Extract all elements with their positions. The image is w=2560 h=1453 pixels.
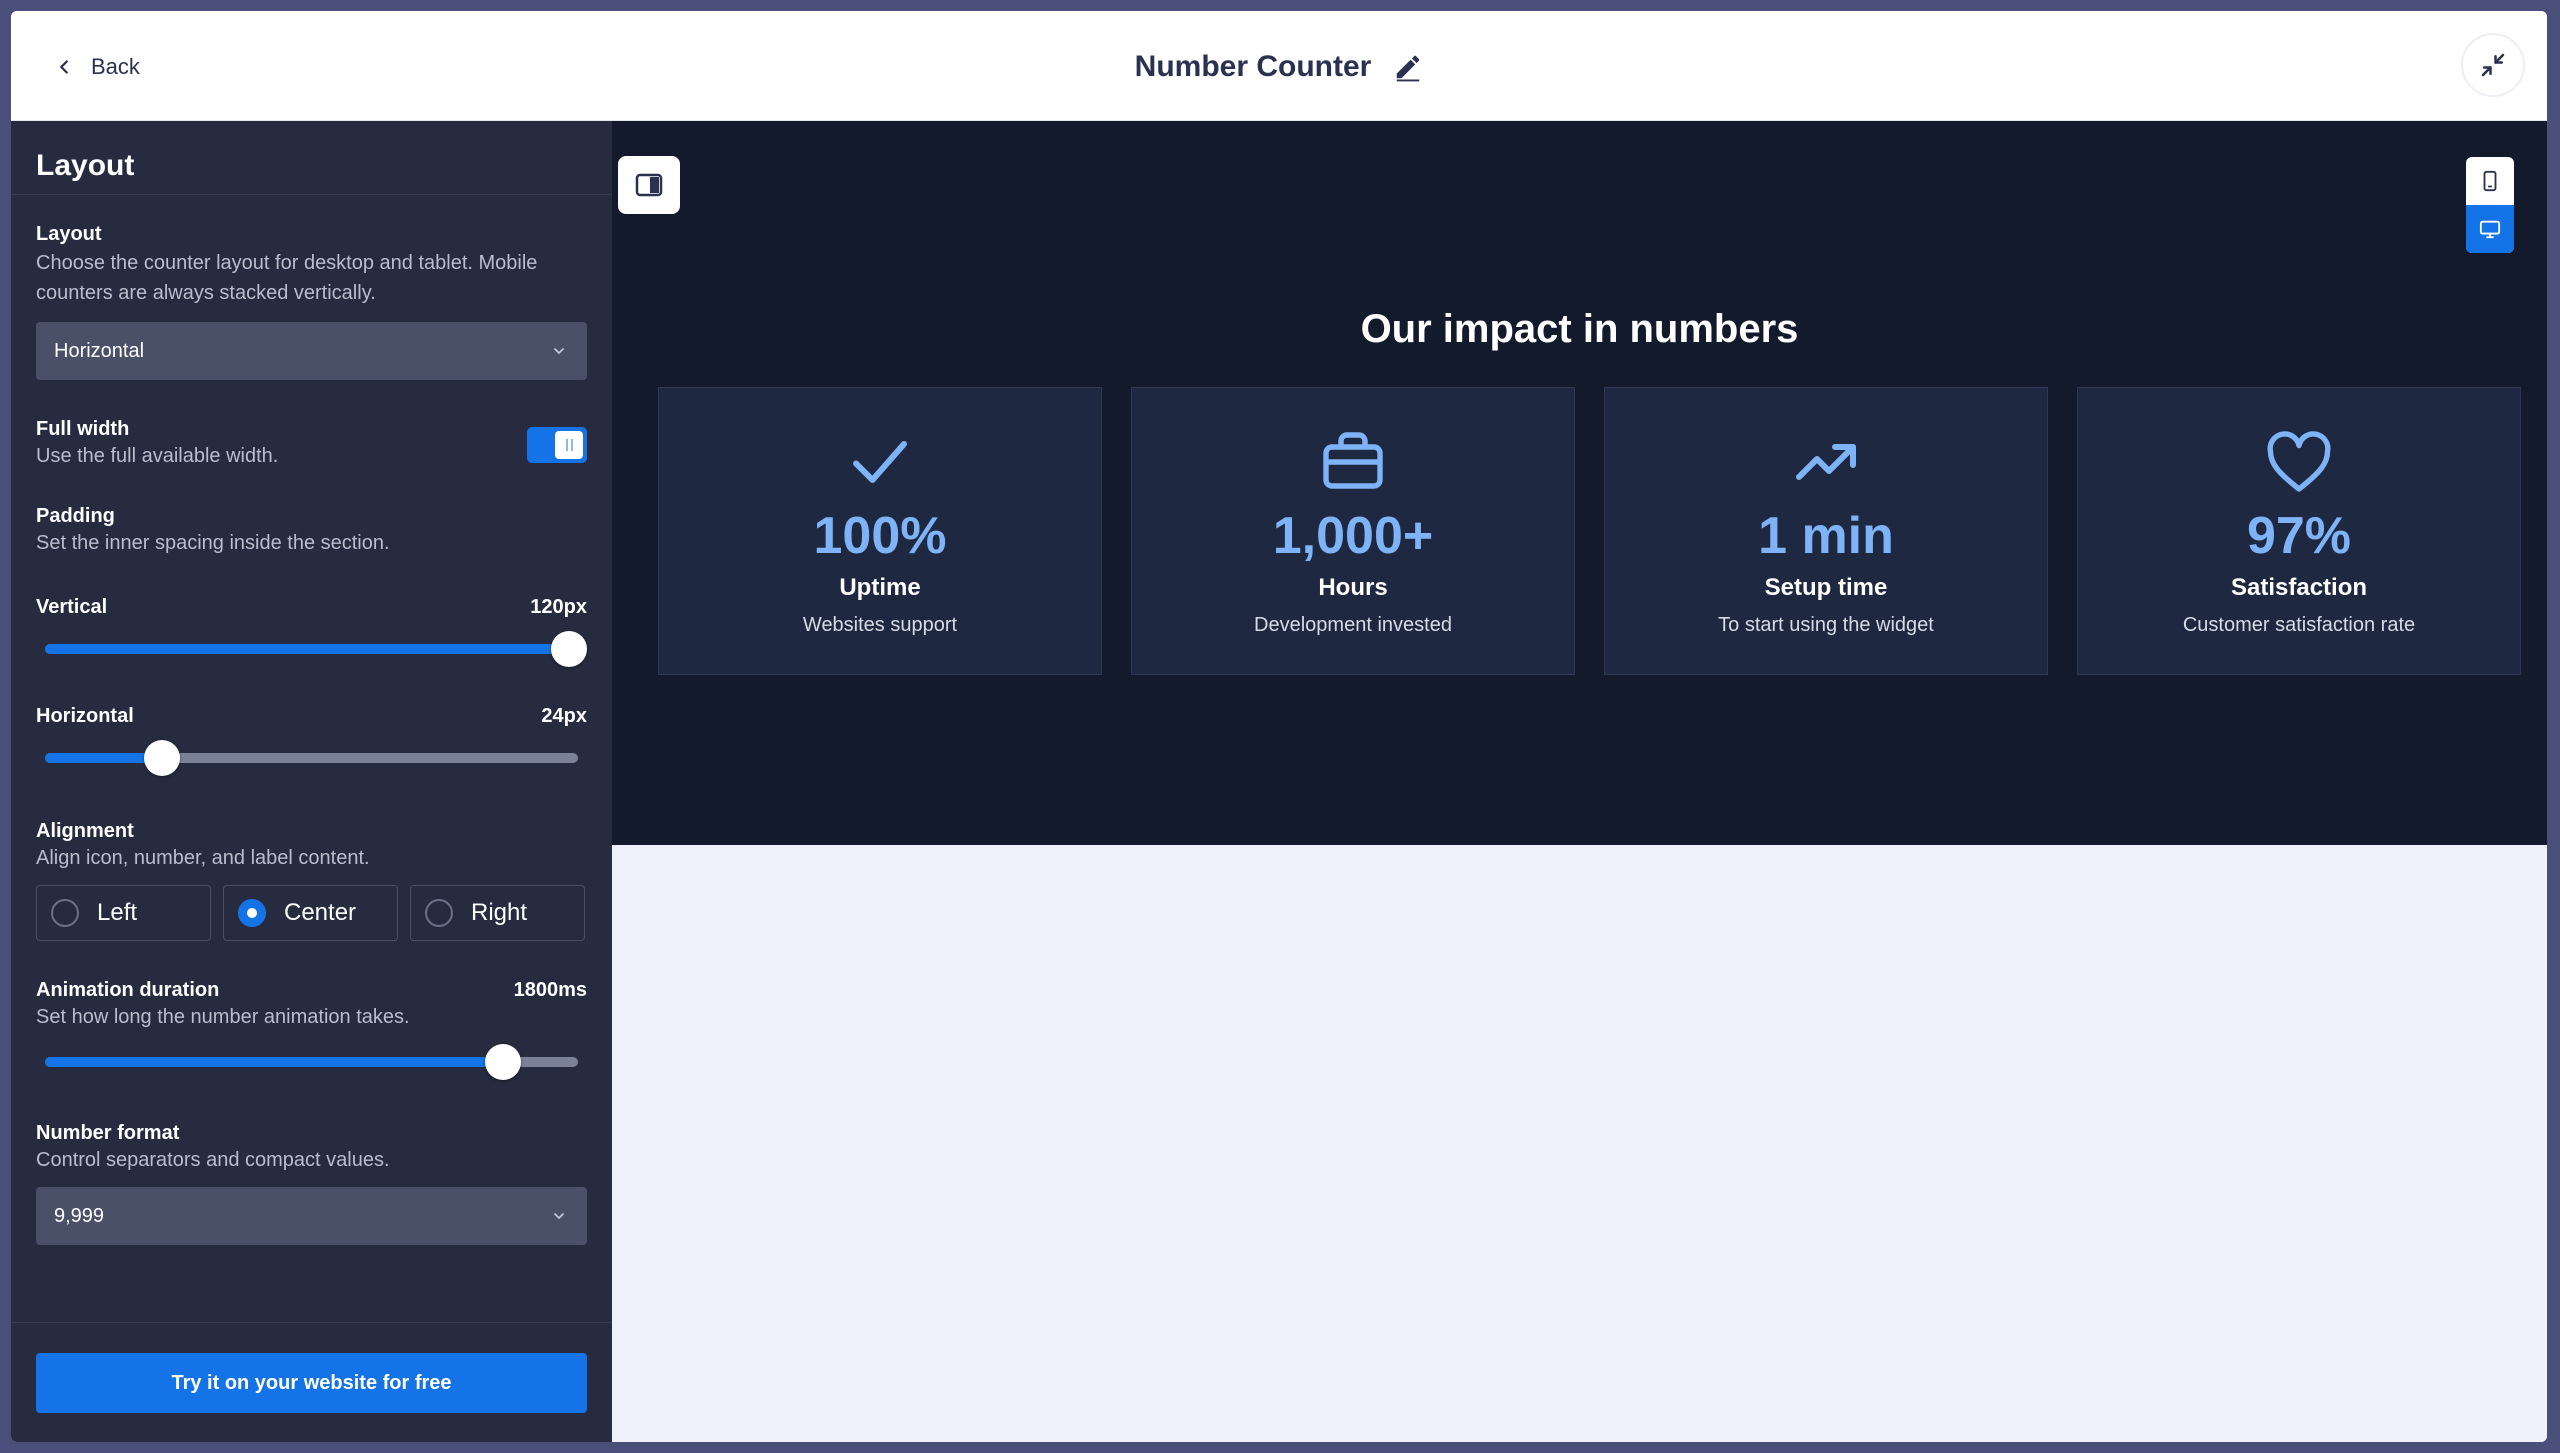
toggle-knob xyxy=(555,430,583,459)
counter-number: 1,000+ xyxy=(1272,507,1434,565)
slider-thumb[interactable] xyxy=(144,740,181,776)
counter-label: Uptime xyxy=(839,574,921,601)
settings-sidebar: Layout Layout Choose the counter layout … xyxy=(11,121,612,1442)
padding-description: Set the inner spacing inside the section… xyxy=(36,532,390,554)
editor-window: Back Number Counter Layout Layout Choose… xyxy=(11,11,2547,1442)
animation-duration-slider[interactable] xyxy=(36,1044,587,1080)
desktop-view-button[interactable] xyxy=(2466,205,2514,253)
alignment-description: Align icon, number, and label content. xyxy=(36,847,370,869)
alignment-option-left[interactable]: Left xyxy=(36,885,211,941)
collapse-button[interactable] xyxy=(2461,33,2525,97)
counter-sublabel: To start using the widget xyxy=(1718,614,1934,636)
toggle-sidebar-button[interactable] xyxy=(618,156,680,214)
counter-number: 97% xyxy=(2246,507,2352,565)
preview-area: Our impact in numbers 100% Uptime Websit… xyxy=(612,121,2547,1442)
horizontal-padding-label: Horizontal xyxy=(36,705,134,727)
chevron-down-icon xyxy=(554,348,564,354)
alignment-option-label: Right xyxy=(471,899,528,926)
animation-duration-label: Animation duration xyxy=(36,979,220,1001)
sidebar-section-title: Layout xyxy=(11,121,612,195)
trending-up-icon xyxy=(1796,444,1856,480)
animation-duration-description: Set how long the number animation takes. xyxy=(36,1006,410,1028)
layout-description: Choose the counter layout for desktop an… xyxy=(36,252,538,304)
counter-label: Hours xyxy=(1318,574,1388,601)
title-area: Number Counter xyxy=(11,39,2547,95)
vertical-padding-value: 120px xyxy=(530,596,587,618)
number-format-label: Number format xyxy=(36,1122,180,1144)
full-width-description: Use the full available width. xyxy=(36,445,279,467)
briefcase-icon xyxy=(1323,432,1383,489)
vertical-padding-label: Vertical xyxy=(36,596,108,618)
radio-circle xyxy=(425,899,453,927)
slider-fill xyxy=(45,1057,504,1067)
horizontal-padding-value: 24px xyxy=(541,705,587,727)
counter-sublabel: Customer satisfaction rate xyxy=(2182,614,2416,636)
collapse-icon xyxy=(2481,53,2505,77)
device-switcher xyxy=(2466,157,2514,253)
layout-label: Layout xyxy=(36,223,102,245)
counter-label: Satisfaction xyxy=(2230,574,2368,601)
horizontal-padding-slider[interactable] xyxy=(36,740,587,776)
slider-fill xyxy=(45,644,578,654)
alignment-option-center[interactable]: Center xyxy=(223,885,398,941)
counter-card: 97% Satisfaction Customer satisfaction r… xyxy=(2077,387,2521,675)
desktop-icon xyxy=(2479,220,2501,239)
sidebar-panel-icon xyxy=(635,173,663,197)
alignment-option-label: Center xyxy=(284,899,357,926)
pencil-icon[interactable] xyxy=(1393,52,1423,82)
vertical-padding-slider[interactable] xyxy=(36,631,587,667)
check-icon xyxy=(853,441,907,483)
number-format-description: Control separators and compact values. xyxy=(36,1149,390,1171)
radio-circle-checked xyxy=(238,899,266,927)
radio-circle xyxy=(51,899,79,927)
layout-select[interactable]: Horizontal xyxy=(36,322,587,380)
counter-card: 100% Uptime Websites support xyxy=(658,387,1102,675)
mobile-icon xyxy=(2483,170,2497,192)
animation-duration-value: 1800ms xyxy=(513,979,587,1001)
number-format-select[interactable]: 9,999 xyxy=(36,1187,587,1245)
counter-card: 1,000+ Hours Development invested xyxy=(1131,387,1575,675)
counter-section: Our impact in numbers 100% Uptime Websit… xyxy=(612,121,2547,845)
alignment-option-label: Left xyxy=(97,899,138,926)
slider-thumb[interactable] xyxy=(551,631,587,667)
slider-thumb[interactable] xyxy=(485,1044,522,1080)
full-width-toggle[interactable] xyxy=(527,426,587,463)
sidebar-footer: Try it on your website for free xyxy=(11,1322,612,1442)
counter-card: 1 min Setup time To start using the widg… xyxy=(1604,387,2048,675)
alignment-option-right[interactable]: Right xyxy=(410,885,585,941)
section-heading: Our impact in numbers xyxy=(1360,307,1799,351)
number-format-select-value: 9,999 xyxy=(54,1204,105,1227)
counter-sublabel: Development invested xyxy=(1254,614,1452,636)
counter-number: 100% xyxy=(813,507,947,565)
mobile-view-button[interactable] xyxy=(2466,157,2514,205)
padding-label: Padding xyxy=(36,505,115,527)
alignment-radio-group: Left Center Right xyxy=(36,885,587,941)
alignment-label: Alignment xyxy=(36,820,134,842)
layout-select-value: Horizontal xyxy=(54,339,145,362)
widget-title: Number Counter xyxy=(1134,50,1372,83)
counter-label: Setup time xyxy=(1764,574,1888,601)
full-width-label: Full width xyxy=(36,418,130,440)
counter-number: 1 min xyxy=(1758,507,1894,565)
chevron-down-icon xyxy=(554,1213,564,1219)
try-free-button[interactable]: Try it on your website for free xyxy=(36,1353,587,1413)
heart-icon xyxy=(2267,431,2331,492)
counter-sublabel: Websites support xyxy=(802,614,958,636)
top-bar: Back Number Counter xyxy=(11,11,2547,121)
